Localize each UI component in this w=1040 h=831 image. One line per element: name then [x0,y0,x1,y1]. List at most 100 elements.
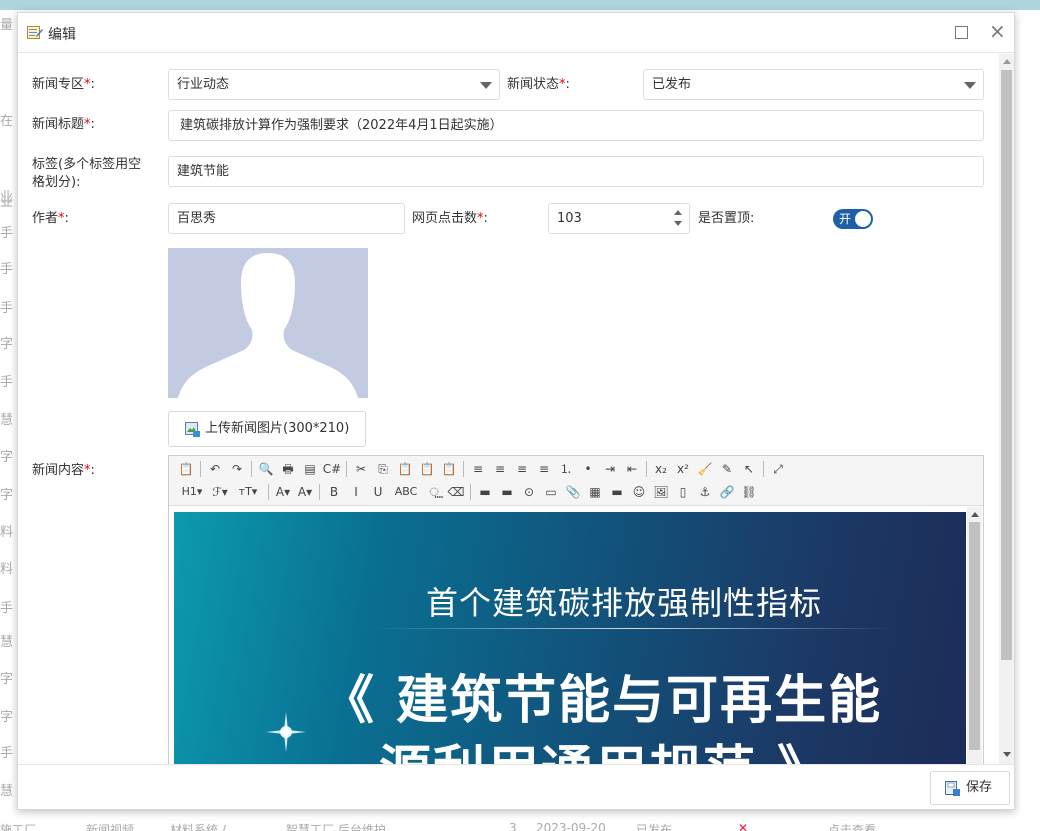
bg-cell: 手 [0,262,14,277]
background-table-row: 施工厂 新闻视频 材料系统 / 智慧工厂 后台维护 3 2023-09-20 已… [0,818,1040,831]
editor-scrollbar-thumb[interactable] [969,522,980,750]
toolbar-button-icon[interactable]: ⇥ [599,458,621,480]
spin-up-icon[interactable] [674,210,682,215]
author-input[interactable]: 百思秀 [168,203,405,234]
toolbar-button-icon[interactable]: I [345,481,367,503]
scroll-up-icon[interactable] [971,512,979,517]
scroll-down-icon[interactable] [1003,752,1011,757]
toolbar-button-icon[interactable]: ≡ [489,458,511,480]
toolbar-button-icon[interactable]: ▯ [672,481,694,503]
number-spinner[interactable] [673,208,683,230]
toolbar-button-icon[interactable]: 📋 [416,458,438,480]
toolbar-button-icon[interactable]: ᴛT▾ [231,481,265,503]
toolbar-button-icon[interactable]: C# [321,458,343,480]
upload-image-icon [185,422,200,437]
toolbar-button-icon[interactable]: ⇤ [621,458,643,480]
toolbar-button-icon[interactable]: • [577,458,599,480]
zone-select[interactable]: 行业动态 [168,69,500,100]
toolbar-button-icon[interactable]: U [367,481,389,503]
toolbar-button-icon[interactable]: 🖼 [650,481,672,503]
toolbar-button-icon[interactable]: ⵿ [423,481,445,503]
toolbar-button-icon[interactable]: 🔗 [716,481,738,503]
bg-cell: 量 [0,18,14,33]
toolbar-button-icon[interactable]: ⚓ [694,481,716,503]
toolbar-button-icon[interactable]: x₂ [650,458,672,480]
toolbar-button-icon[interactable]: ⤢ [767,458,789,480]
upload-button-label: 上传新闻图片(300*210) [205,421,350,436]
clicks-value: 103 [557,211,582,226]
dialog-body: 新闻专区*: 行业动态 新闻状态*: 已发布 新闻标题*: 建筑碳排放计算作为强… [18,54,1014,764]
zone-label: 新闻专区*: [32,77,95,92]
toolbar-button-icon[interactable]: ▬ [474,481,496,503]
bg-cell: 料 [0,562,14,577]
toolbar-button-icon[interactable]: A▾ [272,481,294,503]
toolbar-button-icon[interactable]: 🧹 [694,458,716,480]
status-select[interactable]: 已发布 [643,69,984,100]
toolbar-button-icon[interactable]: 📋 [394,458,416,480]
toolbar-button-icon[interactable]: ▦ [584,481,606,503]
toolbar-button-icon[interactable]: ▬ [496,481,518,503]
toolbar-button-icon[interactable]: ⎘ [372,458,394,480]
save-button-label: 保存 [966,780,993,795]
save-button[interactable]: 保存 [930,771,1010,805]
toolbar-button-icon[interactable]: 📎 [562,481,584,503]
editor-toolbar-row-2: H1▾ ℱ▾ ᴛT▾ A▾ A▾ B I U ABC⵿ ⌫ ▬ ▬ ⊙ ▭ 📎 ▦ ▬ ☺ 🖼 ▯ ⚓ 🔗 ⛓ [175,481,760,503]
editor-content-area[interactable]: 首个建筑碳排放强制性指标 《 建筑节能与可再生能 源利用通用规范 》 [169,507,983,764]
close-button[interactable]: × [989,21,1006,41]
status-select-value: 已发布 [652,77,692,92]
toolbar-button-icon[interactable]: ⊙ [518,481,540,503]
toolbar-button-icon[interactable]: ℱ▾ [209,481,231,503]
editor-scrollbar[interactable] [967,507,982,764]
upload-image-button[interactable]: 上传新闻图片(300*210) [168,411,366,447]
toolbar-button-icon[interactable]: ☺ [628,481,650,503]
pin-toggle-text: 开 [839,212,852,226]
toolbar-button-icon[interactable]: ⌫ [445,481,467,503]
toolbar-button-icon[interactable]: ≡ [467,458,489,480]
title-label: 新闻标题*: [32,117,95,132]
pin-toggle[interactable]: 开 [833,209,873,229]
toggle-knob [855,211,871,227]
toolbar-button-icon[interactable]: A▾ [294,481,316,503]
toolbar-button-icon[interactable]: ✂ [350,458,372,480]
bg-cell: 手 [0,226,14,241]
clicks-number-input[interactable]: 103 [548,203,690,234]
toolbar-button-icon[interactable]: ✎ [716,458,738,480]
dialog-scrollbar-thumb[interactable] [1001,70,1012,660]
banner-divider [374,628,894,629]
toolbar-button-icon[interactable]: ABC [389,481,423,503]
toolbar-button-icon[interactable]: ≡ [533,458,555,480]
toolbar-button-icon[interactable]: ▬ [606,481,628,503]
edit-dialog: 编辑 × 新闻专区*: 行业动态 新闻状态*: 已发布 新闻标题*: 建筑碳排放… [17,12,1015,810]
toolbar-button-icon[interactable]: 📋 [175,458,197,480]
toolbar-button-icon[interactable]: ↶ [204,458,226,480]
title-input[interactable]: 建筑碳排放计算作为强制要求（2022年4月1日起实施） [168,110,984,141]
pin-label: 是否置顶: [698,211,755,226]
tags-input[interactable]: 建筑节能 [168,156,984,187]
toolbar-button-icon[interactable]: B [323,481,345,503]
toolbar-button-icon[interactable]: ≡ [511,458,533,480]
toolbar-button-icon[interactable]: x² [672,458,694,480]
bg-cell: 字 [0,450,14,465]
toolbar-button-icon[interactable]: H1▾ [175,481,209,503]
content-label: 新闻内容*: [32,463,95,478]
toolbar-button-icon[interactable]: ⛓ [738,481,760,503]
toolbar-button-icon[interactable]: 🔍 [255,458,277,480]
toolbar-button-icon[interactable]: ▭ [540,481,562,503]
maximize-button[interactable] [955,26,968,39]
toolbar-button-icon[interactable]: ⒈ [555,458,577,480]
toolbar-separator [268,484,269,500]
toolbar-button-icon[interactable]: ▤ [299,458,321,480]
bg-cell: 字 [0,488,14,503]
rich-text-editor[interactable]: 📋 ↶ ↷ 🔍 🖶 ▤ C# ✂ ⎘ 📋 📋 📋 ≡ ≡ ≡ ≡ ⒈ • ⇥ ⇤ x₂ x² 🧹 ✎ ↖ ⤢ H1▾ ℱ▾ ᴛT▾ A▾… [168,455,984,764]
spin-down-icon[interactable] [674,221,682,226]
toolbar-button-icon[interactable]: ↖ [738,458,760,480]
scroll-up-icon[interactable] [1003,59,1011,64]
save-icon [945,781,960,796]
bg-cell: 业 [0,195,14,210]
toolbar-button-icon[interactable]: 📋 [438,458,460,480]
toolbar-button-icon[interactable]: ↷ [226,458,248,480]
bg-cell: 字 [0,337,14,352]
toolbar-button-icon[interactable]: 🖶 [277,458,299,480]
dialog-scrollbar[interactable] [999,54,1014,764]
toolbar-separator [646,461,647,477]
